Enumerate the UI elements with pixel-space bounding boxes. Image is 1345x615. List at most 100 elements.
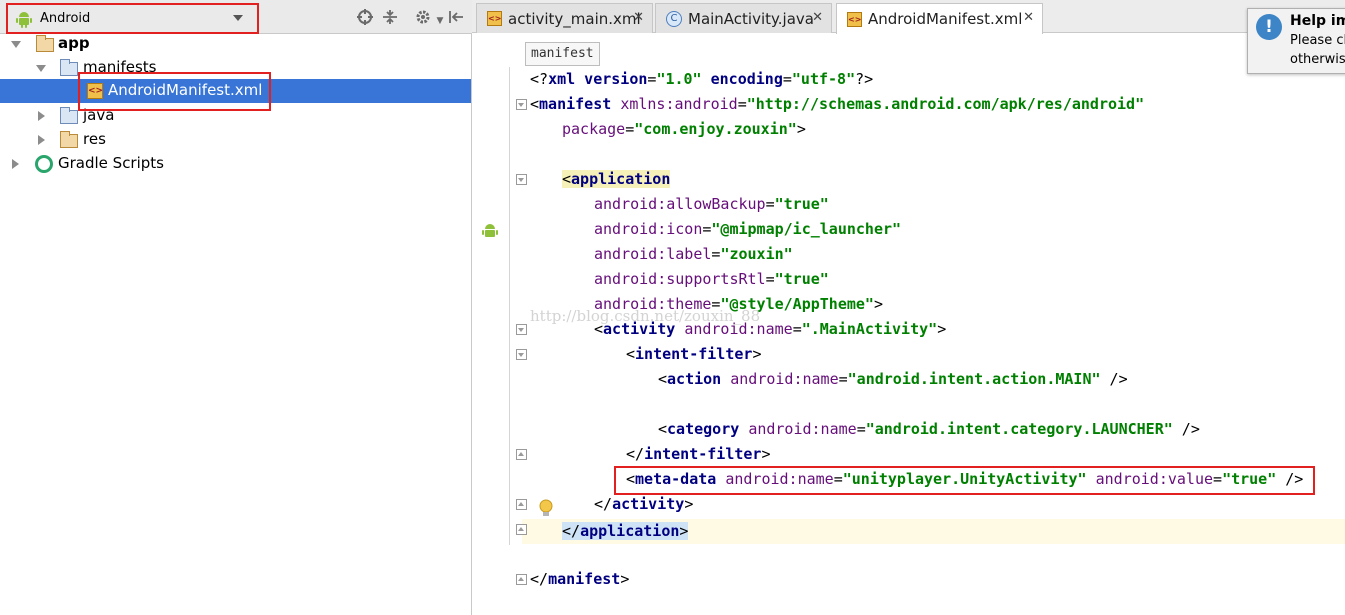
code-token: > xyxy=(761,445,771,463)
expand-arrow-icon[interactable] xyxy=(38,135,45,145)
code-token: < xyxy=(626,470,636,488)
code-line-16[interactable]: </intent-filter> xyxy=(626,442,771,467)
code-line-15[interactable]: <category android:name="android.intent.c… xyxy=(658,417,1200,442)
expand-arrow-icon[interactable] xyxy=(38,111,45,121)
code-token: application xyxy=(571,170,671,188)
fold-marker-icon[interactable] xyxy=(516,99,527,110)
fold-marker-icon[interactable] xyxy=(516,174,527,185)
close-icon[interactable]: ✕ xyxy=(812,10,823,25)
code-token: android:name xyxy=(684,320,793,338)
code-token: = xyxy=(765,270,775,288)
code-token: "@style/AppTheme" xyxy=(720,295,874,313)
project-panel: Android ▼ app manifests <> AndroidManife… xyxy=(0,0,472,615)
close-icon[interactable]: ✕ xyxy=(1023,10,1034,25)
code-token: ?> xyxy=(855,70,874,88)
code-line-2[interactable]: <manifest xmlns:android="http://schemas.… xyxy=(530,92,1144,117)
tree-item-gradle-scripts[interactable]: Gradle Scripts xyxy=(0,152,471,176)
code-token: application xyxy=(580,522,680,540)
tree-item-label: Gradle Scripts xyxy=(58,154,164,172)
code-token: package xyxy=(562,120,626,138)
tab-androidmanifest-xml[interactable]: <> AndroidManifest.xml ✕ xyxy=(836,3,1043,34)
info-icon: ! xyxy=(1256,14,1282,40)
code-line-8[interactable]: android:label="zouxin" xyxy=(594,242,793,267)
xml-file-icon: <> xyxy=(487,11,502,26)
hide-panel-icon[interactable] xyxy=(447,8,465,26)
code-token: = xyxy=(838,370,848,388)
code-token: > xyxy=(937,320,947,338)
code-token: < xyxy=(530,95,540,113)
tree-item-label: AndroidManifest.xml xyxy=(108,81,263,99)
collapse-all-icon[interactable] xyxy=(381,8,399,26)
code-token: > xyxy=(684,495,694,513)
code-token: = xyxy=(737,95,747,113)
editor-tab-bar: <> activity_main.xml ✕ C MainActivity.ja… xyxy=(472,0,1345,34)
tree-item-res[interactable]: res xyxy=(0,128,471,152)
code-token: "@mipmap/ic_launcher" xyxy=(711,220,902,238)
code-token: < xyxy=(562,170,572,188)
close-icon[interactable]: ✕ xyxy=(633,10,644,25)
expand-arrow-icon[interactable] xyxy=(12,159,19,169)
code-line-11[interactable]: <activity android:name=".MainActivity"> xyxy=(594,317,946,342)
code-token: /> xyxy=(1172,420,1200,438)
code-token: > xyxy=(752,345,762,363)
code-token: xmlns:android xyxy=(620,95,738,113)
code-token: </ xyxy=(562,522,581,540)
android-icon[interactable] xyxy=(482,222,498,244)
code-line-6[interactable]: android:allowBackup="true" xyxy=(594,192,829,217)
fold-marker-icon[interactable] xyxy=(516,524,527,535)
code-token: encoding xyxy=(701,70,783,88)
tree-item-androidmanifest[interactable]: <> AndroidManifest.xml xyxy=(0,79,471,103)
expand-arrow-icon[interactable] xyxy=(11,41,21,48)
lightbulb-icon[interactable] xyxy=(538,499,554,521)
code-token: "utf-8" xyxy=(791,70,856,88)
tree-item-app[interactable]: app xyxy=(0,32,471,56)
code-token: intent-filter xyxy=(635,345,753,363)
tree-item-manifests[interactable]: manifests xyxy=(0,56,471,80)
code-line-10[interactable]: android:theme="@style/AppTheme"> xyxy=(594,292,883,317)
fold-marker-icon[interactable] xyxy=(516,349,527,360)
tree-item-label: app xyxy=(58,34,90,52)
code-token: android:name xyxy=(725,470,834,488)
tab-activity-main-xml[interactable]: <> activity_main.xml ✕ xyxy=(476,3,653,33)
code-token: = xyxy=(792,320,802,338)
view-selector-dropdown[interactable]: Android xyxy=(6,3,259,34)
editor-gutter xyxy=(472,67,522,615)
code-line-17[interactable]: <meta-data android:name="unityplayer.Uni… xyxy=(626,467,1303,492)
gear-icon[interactable] xyxy=(414,8,432,26)
help-notification-popup[interactable]: ! Help im Please cl otherwis xyxy=(1247,8,1345,74)
code-line-5[interactable]: <application xyxy=(562,167,671,192)
code-token: "android.intent.category.LAUNCHER" xyxy=(865,420,1173,438)
code-line-18[interactable]: </activity> xyxy=(594,492,693,517)
code-line-9[interactable]: android:supportsRtl="true" xyxy=(594,267,829,292)
breadcrumb[interactable]: manifest xyxy=(525,42,600,66)
expand-arrow-icon[interactable] xyxy=(36,65,46,72)
code-token: = xyxy=(856,420,866,438)
tree-item-java[interactable]: java xyxy=(0,104,471,128)
code-token: > xyxy=(620,570,630,588)
tab-mainactivity-java[interactable]: C MainActivity.java ✕ xyxy=(655,3,832,33)
fold-marker-icon[interactable] xyxy=(516,449,527,460)
module-folder-icon xyxy=(36,35,54,52)
code-token: /> xyxy=(1100,370,1128,388)
code-token: > xyxy=(873,295,883,313)
fold-marker-icon[interactable] xyxy=(516,324,527,335)
code-token: "1.0" xyxy=(656,70,702,88)
gradle-icon xyxy=(35,155,53,173)
resource-folder-icon xyxy=(60,131,78,148)
fold-marker-icon[interactable] xyxy=(516,574,527,585)
fold-marker-icon[interactable] xyxy=(516,499,527,510)
code-line-19[interactable]: </application> xyxy=(562,519,689,544)
code-line-7[interactable]: android:icon="@mipmap/ic_launcher" xyxy=(594,217,901,242)
code-line-1[interactable]: <?xml version="1.0" encoding="utf-8"?> xyxy=(530,67,873,92)
xml-file-icon: <> xyxy=(847,11,862,27)
code-token: activity xyxy=(612,495,685,513)
view-selector-label: Android xyxy=(40,11,91,26)
code-line-21[interactable]: </manifest> xyxy=(530,567,629,592)
code-token: </ xyxy=(626,445,645,463)
code-token: android:value xyxy=(1086,470,1214,488)
help-text-line: Please cl xyxy=(1290,33,1345,48)
code-line-13[interactable]: <action android:name="android.intent.act… xyxy=(658,367,1128,392)
code-line-12[interactable]: <intent-filter> xyxy=(626,342,761,367)
code-line-3[interactable]: package="com.enjoy.zouxin"> xyxy=(562,117,806,142)
locate-icon[interactable] xyxy=(356,8,374,26)
